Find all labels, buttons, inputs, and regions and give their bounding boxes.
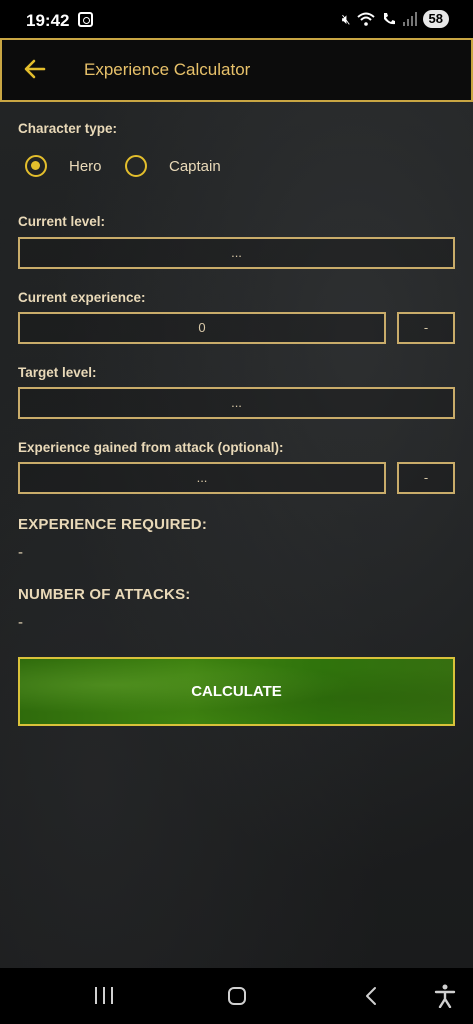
battery-level: 58 bbox=[422, 10, 449, 28]
accessibility-icon[interactable] bbox=[434, 984, 456, 1008]
current-level-label: Current level: bbox=[18, 214, 106, 229]
experience-required-value: - bbox=[18, 544, 23, 561]
back-nav-icon[interactable] bbox=[362, 986, 382, 1006]
status-bar: 19:42 🔇︎ 58 bbox=[0, 0, 473, 38]
status-icons: 🔇︎ 58 bbox=[342, 9, 449, 29]
radio-hero-label[interactable]: Hero bbox=[69, 158, 102, 175]
current-experience-unit-button[interactable]: - bbox=[397, 312, 455, 344]
current-level-input[interactable]: ... bbox=[18, 237, 455, 269]
home-icon[interactable] bbox=[228, 987, 246, 1005]
attack-xp-label: Experience gained from attack (optional)… bbox=[18, 440, 284, 455]
attacks-heading: NUMBER OF ATTACKS: bbox=[18, 586, 191, 603]
calculate-button[interactable]: CALCULATE bbox=[18, 657, 455, 726]
arrow-left-icon[interactable] bbox=[22, 56, 48, 82]
wifi-call-icon bbox=[383, 13, 395, 25]
top-app-bar: Experience Calculator bbox=[0, 38, 473, 102]
mute-icon: 🔇︎ bbox=[341, 11, 351, 27]
current-experience-label: Current experience: bbox=[18, 290, 146, 305]
current-experience-input[interactable]: 0 bbox=[18, 312, 386, 344]
screenshot-icon bbox=[78, 12, 93, 27]
recents-icon[interactable] bbox=[95, 987, 115, 1004]
radio-captain-label[interactable]: Captain bbox=[169, 158, 221, 175]
character-type-label: Character type: bbox=[18, 121, 118, 136]
attack-xp-unit-button[interactable]: - bbox=[397, 462, 455, 494]
attack-xp-input[interactable]: ... bbox=[18, 462, 386, 494]
experience-required-heading: EXPERIENCE REQUIRED: bbox=[18, 516, 208, 533]
target-level-input[interactable]: ... bbox=[18, 387, 455, 419]
wifi-icon bbox=[356, 12, 375, 26]
radio-captain[interactable] bbox=[125, 155, 147, 177]
status-time: 19:42 bbox=[26, 11, 70, 30]
system-nav-bar bbox=[0, 968, 473, 1024]
signal-icon bbox=[402, 12, 417, 26]
radio-hero[interactable] bbox=[25, 155, 47, 177]
target-level-label: Target level: bbox=[18, 365, 97, 380]
attacks-value: - bbox=[18, 614, 23, 631]
page-title: Experience Calculator bbox=[84, 60, 251, 79]
